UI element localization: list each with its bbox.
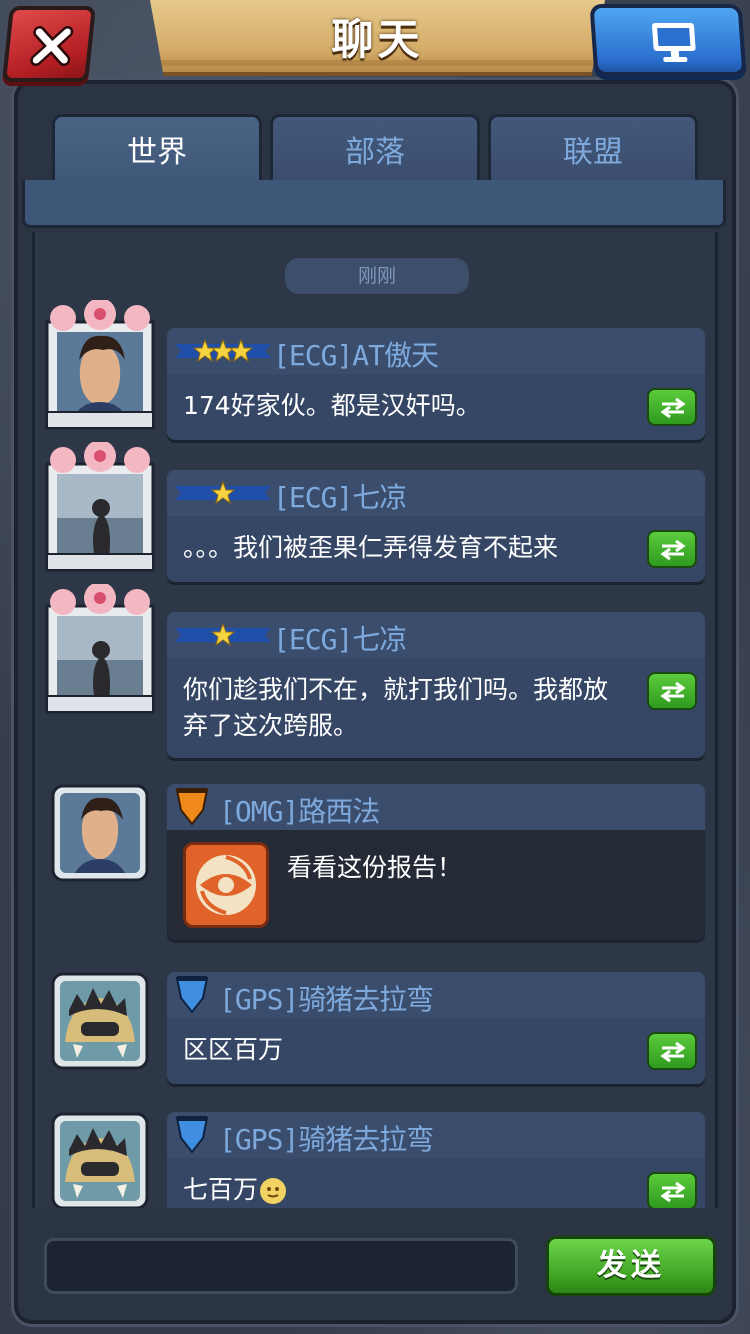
avatar[interactable]: [43, 440, 157, 574]
message-body: 七百万: [167, 1158, 705, 1208]
sakura-frame-icon: [45, 440, 155, 572]
avatar[interactable]: [51, 1112, 149, 1208]
monitor-icon: [652, 23, 696, 62]
share-arrows-icon: [660, 681, 686, 703]
message-header: [GPS]骑猪去拉弯: [167, 1112, 705, 1158]
timestamp-badge: 刚刚: [285, 258, 469, 294]
message-body: 区区百万: [167, 1018, 705, 1084]
message-text: 174好家伙。都是汉奸吗。: [183, 391, 481, 420]
message-body: 你们趁我们不在，就打我们吗。我都放弃了这次跨服。: [167, 658, 705, 758]
sender-name[interactable]: [GPS]骑猪去拉弯: [219, 978, 434, 1018]
chat-input[interactable]: [44, 1238, 518, 1294]
message-list[interactable]: 刚刚 [ECG]AT傲天 174好家伙。都是汉奸吗。 [ECG]七凉 。。。我们…: [32, 232, 718, 1208]
orange-shield-icon: [175, 788, 209, 826]
tab-tribe[interactable]: 部落: [270, 114, 480, 186]
share-button[interactable]: [647, 530, 697, 568]
star-ribbon-icon: [175, 480, 271, 505]
sender-name[interactable]: [ECG]七凉: [273, 476, 407, 516]
message-text: 。。。我们被歪果仁弄得发育不起来: [183, 533, 559, 562]
beast-portrait-icon: [51, 972, 149, 1070]
message-text-content: 七百万: [183, 1175, 259, 1204]
share-button[interactable]: [647, 672, 697, 710]
avatar[interactable]: [51, 784, 149, 882]
share-button[interactable]: [647, 1032, 697, 1070]
share-arrows-icon: [660, 1181, 686, 1203]
message-header: [ECG]七凉: [167, 612, 705, 658]
send-button[interactable]: 发送: [546, 1236, 716, 1296]
message-header: [ECG]七凉: [167, 470, 705, 516]
sakura-frame-icon: [45, 582, 155, 714]
message-header: [OMG]路西法: [167, 784, 705, 830]
eye-vortex-icon: [196, 855, 256, 915]
message-header: [ECG]AT傲天: [167, 328, 705, 374]
beast-portrait-icon: [51, 1112, 149, 1208]
sender-name[interactable]: [ECG]七凉: [273, 618, 407, 658]
avatar[interactable]: [43, 298, 157, 432]
tab-alliance[interactable]: 联盟: [488, 114, 698, 186]
share-button[interactable]: [647, 1172, 697, 1208]
avatar[interactable]: [43, 582, 157, 716]
message-text: 区区百万: [183, 1035, 284, 1064]
message-header: [GPS]骑猪去拉弯: [167, 972, 705, 1018]
share-arrows-icon: [660, 1041, 686, 1063]
title-plaque: 聊天: [150, 0, 605, 76]
warrior-portrait-icon: [51, 784, 149, 882]
close-icon: [30, 26, 74, 66]
sender-name[interactable]: [OMG]路西法: [219, 790, 380, 830]
star-ribbon-icon: [175, 338, 271, 363]
battle-report-icon[interactable]: [183, 842, 269, 928]
tab-underline-bar: [22, 180, 726, 228]
share-arrows-icon: [660, 397, 686, 419]
message-text: 七百万: [183, 1172, 623, 1208]
sender-name[interactable]: [GPS]骑猪去拉弯: [219, 1118, 434, 1158]
share-button[interactable]: [647, 388, 697, 426]
message-body: 看看这份报告！: [167, 830, 705, 940]
message-text: 你们趁我们不在，就打我们吗。我都放弃了这次跨服。: [183, 675, 609, 740]
smiley-emoji-icon: [260, 1178, 287, 1204]
sender-name[interactable]: [ECG]AT傲天: [273, 334, 439, 374]
screen-toggle-button[interactable]: [589, 4, 747, 76]
message-body: 174好家伙。都是汉奸吗。: [167, 374, 705, 440]
close-button[interactable]: [2, 6, 96, 82]
tab-world[interactable]: 世界: [52, 114, 262, 186]
avatar[interactable]: [51, 972, 149, 1070]
sakura-frame-icon: [45, 298, 155, 430]
message-body: 。。。我们被歪果仁弄得发育不起来: [167, 516, 705, 582]
share-arrows-icon: [660, 539, 686, 561]
page-title: 聊天: [331, 15, 424, 64]
blue-shield-icon: [175, 1116, 209, 1154]
star-ribbon-icon: [175, 622, 271, 647]
blue-shield-icon: [175, 976, 209, 1014]
message-text: 看看这份报告！: [287, 853, 463, 882]
